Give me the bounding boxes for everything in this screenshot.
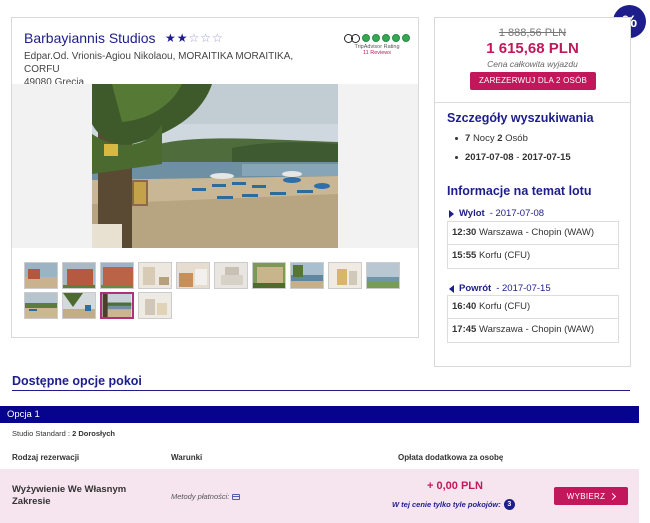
current-price: 1 615,68 PLN [486, 40, 579, 57]
board-type: Wyżywienie We Własnym Zakresie [12, 484, 127, 507]
tripadvisor-rating[interactable]: TripAdvisor Rating 11 Reviews [342, 34, 412, 56]
outbound-leg-arrival: 15:55 Korfu (CFU) [447, 245, 619, 269]
rating-dot-icon [402, 34, 410, 42]
column-conditions: Warunki [171, 453, 203, 462]
payment-methods: Metody płatności: [171, 492, 241, 501]
hotel-name: Barbayiannis Studios [24, 30, 156, 46]
tripadvisor-logo [342, 34, 412, 43]
stay-dates: 2017-07-08 - 2017-07-15 [455, 152, 571, 171]
return-leg-departure: 16:40 Korfu (CFU) [447, 295, 619, 319]
select-button[interactable]: WYBIERZ [554, 487, 628, 505]
return-header: Powrót - 2017-07-15 [449, 283, 551, 294]
rooms-left-count: 3 [503, 499, 515, 510]
search-details-list: 7 Nocy 2 Osób 2017-07-08 - 2017-07-15 [455, 133, 571, 171]
arrow-left-icon [449, 284, 454, 293]
return-label: Powrót [459, 283, 492, 294]
price-note: Cena całkowita wyjazdu [487, 59, 578, 69]
hotel-card: Barbayiannis Studios ★★☆☆☆ Edpar.Od. Vri… [11, 17, 419, 338]
panel-divider [435, 102, 630, 103]
thumbnail[interactable] [176, 262, 210, 289]
star-full-icons: ★★ [165, 31, 189, 45]
outbound-label: Wylot [459, 208, 485, 219]
thumbnail[interactable] [290, 262, 324, 289]
hotel-stars: ★★☆☆☆ [165, 31, 224, 45]
rating-dot-icon [362, 34, 370, 42]
room-type: Studio Standard : 2 Dorosłych [12, 429, 115, 438]
thumbnail[interactable] [366, 262, 400, 289]
return-leg-arrival: 17:45 Warszawa - Chopin (WAW) [447, 319, 619, 343]
search-details-title: Szczegóły wyszukiwania [447, 111, 594, 125]
payment-methods-label: Metody płatności: [171, 492, 230, 501]
rooms-left-label: W tej cenie tylko tyle pokojów: [392, 500, 501, 509]
star-empty-icons: ☆☆☆ [188, 31, 224, 45]
thumbnail[interactable] [328, 262, 362, 289]
return-date: - 2017-07-15 [496, 283, 551, 294]
flight-info-title: Informacje na temat lotu [447, 184, 592, 198]
column-extra-fee: Opłata dodatkowa za osobę [398, 453, 504, 462]
thumbnail[interactable] [62, 262, 96, 289]
outbound-leg-departure: 12:30 Warszawa - Chopin (WAW) [447, 221, 619, 245]
thumbnail[interactable] [138, 292, 172, 319]
address-line-1: Edpar.Od. Vrionis-Agiou Nikolaou, MORAIT… [24, 51, 294, 75]
booking-summary-panel: 1 888,56 PLN 1 615,68 PLN Cena całkowita… [434, 17, 631, 367]
option-header: Opcja 1 [0, 406, 639, 423]
stay-length: 7 Nocy 2 Osób [455, 133, 571, 152]
book-button[interactable]: ZAREZERWUJ DLA 2 OSÓB [470, 72, 596, 90]
tripadvisor-owl-icon [344, 34, 360, 43]
chevron-right-icon [609, 492, 617, 500]
rating-dot-icon [392, 34, 400, 42]
thumbnail[interactable] [24, 262, 58, 289]
thumbnail[interactable] [138, 262, 172, 289]
select-button-label: WYBIERZ [566, 491, 606, 501]
outbound-date: - 2017-07-08 [489, 208, 545, 219]
extra-price: + 0,00 PLN [427, 480, 483, 492]
thumbnail[interactable] [100, 262, 134, 289]
old-price: 1 888,56 PLN [498, 27, 567, 39]
thumbnail[interactable] [24, 292, 58, 319]
thumbnail[interactable] [252, 262, 286, 289]
credit-card-icon [232, 493, 241, 500]
outbound-header: Wylot - 2017-07-08 [449, 208, 544, 219]
rooms-left: W tej cenie tylko tyle pokojów: 3 [392, 499, 515, 510]
rating-dot-icon [382, 34, 390, 42]
column-reservation-type: Rodzaj rezerwacji [12, 453, 80, 462]
thumbnail[interactable] [62, 292, 96, 319]
rooms-section-rule [12, 390, 630, 391]
beach-photo-image [92, 84, 338, 248]
thumbnail-active[interactable] [100, 292, 134, 319]
rating-dot-icon [372, 34, 380, 42]
arrow-right-icon [449, 209, 454, 218]
tripadvisor-reviews[interactable]: 11 Reviews [342, 50, 412, 56]
thumbnail[interactable] [214, 262, 248, 289]
rooms-section-title: Dostępne opcje pokoi [12, 374, 142, 388]
main-photo[interactable] [92, 84, 338, 248]
